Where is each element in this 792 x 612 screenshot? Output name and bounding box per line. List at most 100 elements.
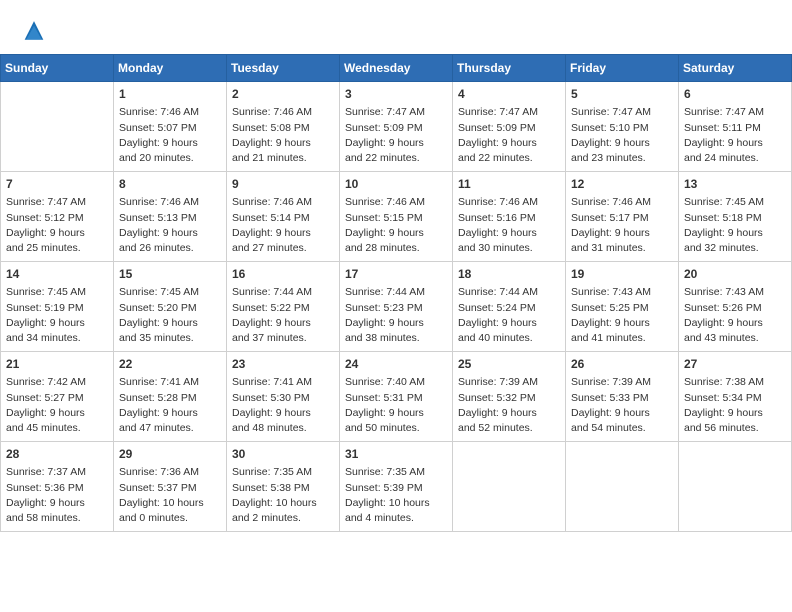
logo [20, 18, 52, 46]
day-info: Sunrise: 7:47 AMSunset: 5:12 PMDaylight:… [6, 195, 108, 256]
calendar-cell: 12 Sunrise: 7:46 AMSunset: 5:17 PMDayligh… [566, 172, 679, 262]
calendar-cell: 2 Sunrise: 7:46 AMSunset: 5:08 PMDaylight… [227, 82, 340, 172]
day-number: 18 [458, 266, 560, 283]
day-info: Sunrise: 7:47 AMSunset: 5:11 PMDaylight:… [684, 105, 786, 166]
calendar-cell: 18 Sunrise: 7:44 AMSunset: 5:24 PMDayligh… [453, 262, 566, 352]
day-number: 23 [232, 356, 334, 373]
calendar-header: SundayMondayTuesdayWednesdayThursdayFrid… [1, 55, 792, 82]
day-number: 20 [684, 266, 786, 283]
day-number: 5 [571, 86, 673, 103]
day-number: 28 [6, 446, 108, 463]
day-info: Sunrise: 7:37 AMSunset: 5:36 PMDaylight:… [6, 465, 108, 526]
day-number: 12 [571, 176, 673, 193]
calendar-cell: 30 Sunrise: 7:35 AMSunset: 5:38 PMDayligh… [227, 442, 340, 532]
calendar-cell: 26 Sunrise: 7:39 AMSunset: 5:33 PMDayligh… [566, 352, 679, 442]
weekday-header-friday: Friday [566, 55, 679, 82]
calendar-body: 1 Sunrise: 7:46 AMSunset: 5:07 PMDaylight… [1, 82, 792, 532]
day-number: 11 [458, 176, 560, 193]
calendar-week-row: 28 Sunrise: 7:37 AMSunset: 5:36 PMDayligh… [1, 442, 792, 532]
day-info: Sunrise: 7:46 AMSunset: 5:15 PMDaylight:… [345, 195, 447, 256]
day-number: 4 [458, 86, 560, 103]
calendar-cell: 19 Sunrise: 7:43 AMSunset: 5:25 PMDayligh… [566, 262, 679, 352]
day-number: 14 [6, 266, 108, 283]
calendar-table: SundayMondayTuesdayWednesdayThursdayFrid… [0, 54, 792, 532]
day-info: Sunrise: 7:45 AMSunset: 5:20 PMDaylight:… [119, 285, 221, 346]
day-info: Sunrise: 7:39 AMSunset: 5:33 PMDaylight:… [571, 375, 673, 436]
day-info: Sunrise: 7:46 AMSunset: 5:14 PMDaylight:… [232, 195, 334, 256]
calendar-cell: 4 Sunrise: 7:47 AMSunset: 5:09 PMDaylight… [453, 82, 566, 172]
weekday-header-wednesday: Wednesday [340, 55, 453, 82]
calendar-cell: 3 Sunrise: 7:47 AMSunset: 5:09 PMDaylight… [340, 82, 453, 172]
day-number: 30 [232, 446, 334, 463]
weekday-header-row: SundayMondayTuesdayWednesdayThursdayFrid… [1, 55, 792, 82]
day-info: Sunrise: 7:41 AMSunset: 5:28 PMDaylight:… [119, 375, 221, 436]
calendar-cell: 13 Sunrise: 7:45 AMSunset: 5:18 PMDayligh… [679, 172, 792, 262]
weekday-header-monday: Monday [114, 55, 227, 82]
day-number: 3 [345, 86, 447, 103]
day-number: 21 [6, 356, 108, 373]
calendar-cell: 22 Sunrise: 7:41 AMSunset: 5:28 PMDayligh… [114, 352, 227, 442]
day-number: 15 [119, 266, 221, 283]
day-info: Sunrise: 7:35 AMSunset: 5:38 PMDaylight:… [232, 465, 334, 526]
day-number: 13 [684, 176, 786, 193]
calendar-cell: 24Sunrise: 7:40 AMSunset: 5:31 PMDayligh… [340, 352, 453, 442]
day-info: Sunrise: 7:46 AMSunset: 5:07 PMDaylight:… [119, 105, 221, 166]
calendar-cell: 6 Sunrise: 7:47 AMSunset: 5:11 PMDaylight… [679, 82, 792, 172]
day-number: 29 [119, 446, 221, 463]
day-info: Sunrise: 7:35 AMSunset: 5:39 PMDaylight:… [345, 465, 447, 526]
calendar-cell [1, 82, 114, 172]
day-number: 22 [119, 356, 221, 373]
day-info: Sunrise: 7:47 AMSunset: 5:09 PMDaylight:… [458, 105, 560, 166]
day-info: Sunrise: 7:46 AMSunset: 5:16 PMDaylight:… [458, 195, 560, 256]
day-info: Sunrise: 7:41 AMSunset: 5:30 PMDaylight:… [232, 375, 334, 436]
day-number: 25 [458, 356, 560, 373]
day-info: Sunrise: 7:43 AMSunset: 5:25 PMDaylight:… [571, 285, 673, 346]
day-number: 19 [571, 266, 673, 283]
day-number: 8 [119, 176, 221, 193]
day-info: Sunrise: 7:42 AMSunset: 5:27 PMDaylight:… [6, 375, 108, 436]
calendar-cell: 10Sunrise: 7:46 AMSunset: 5:15 PMDayligh… [340, 172, 453, 262]
calendar-cell [679, 442, 792, 532]
calendar-cell: 28 Sunrise: 7:37 AMSunset: 5:36 PMDayligh… [1, 442, 114, 532]
day-number: 26 [571, 356, 673, 373]
day-number: 7 [6, 176, 108, 193]
day-number: 1 [119, 86, 221, 103]
day-info: Sunrise: 7:46 AMSunset: 5:13 PMDaylight:… [119, 195, 221, 256]
day-info: Sunrise: 7:44 AMSunset: 5:23 PMDaylight:… [345, 285, 447, 346]
day-number: 16 [232, 266, 334, 283]
day-info: Sunrise: 7:45 AMSunset: 5:19 PMDaylight:… [6, 285, 108, 346]
day-info: Sunrise: 7:44 AMSunset: 5:22 PMDaylight:… [232, 285, 334, 346]
calendar-cell: 27 Sunrise: 7:38 AMSunset: 5:34 PMDayligh… [679, 352, 792, 442]
weekday-header-thursday: Thursday [453, 55, 566, 82]
calendar-cell: 29 Sunrise: 7:36 AMSunset: 5:37 PMDayligh… [114, 442, 227, 532]
calendar-cell: 25Sunrise: 7:39 AMSunset: 5:32 PMDayligh… [453, 352, 566, 442]
calendar-cell: 11 Sunrise: 7:46 AMSunset: 5:16 PMDayligh… [453, 172, 566, 262]
calendar-cell: 16 Sunrise: 7:44 AMSunset: 5:22 PMDayligh… [227, 262, 340, 352]
day-number: 27 [684, 356, 786, 373]
logo-icon [20, 18, 48, 46]
day-info: Sunrise: 7:36 AMSunset: 5:37 PMDaylight:… [119, 465, 221, 526]
day-info: Sunrise: 7:45 AMSunset: 5:18 PMDaylight:… [684, 195, 786, 256]
day-number: 24 [345, 356, 447, 373]
day-info: Sunrise: 7:47 AMSunset: 5:09 PMDaylight:… [345, 105, 447, 166]
calendar-cell: 21 Sunrise: 7:42 AMSunset: 5:27 PMDayligh… [1, 352, 114, 442]
day-info: Sunrise: 7:46 AMSunset: 5:17 PMDaylight:… [571, 195, 673, 256]
day-number: 9 [232, 176, 334, 193]
calendar-cell: 14 Sunrise: 7:45 AMSunset: 5:19 PMDayligh… [1, 262, 114, 352]
weekday-header-tuesday: Tuesday [227, 55, 340, 82]
day-number: 6 [684, 86, 786, 103]
day-number: 31 [345, 446, 447, 463]
calendar-cell [453, 442, 566, 532]
day-info: Sunrise: 7:46 AMSunset: 5:08 PMDaylight:… [232, 105, 334, 166]
calendar-cell: 9 Sunrise: 7:46 AMSunset: 5:14 PMDaylight… [227, 172, 340, 262]
calendar-week-row: 1 Sunrise: 7:46 AMSunset: 5:07 PMDaylight… [1, 82, 792, 172]
day-info: Sunrise: 7:44 AMSunset: 5:24 PMDaylight:… [458, 285, 560, 346]
calendar-cell: 20Sunrise: 7:43 AMSunset: 5:26 PMDayligh… [679, 262, 792, 352]
weekday-header-saturday: Saturday [679, 55, 792, 82]
calendar-week-row: 7 Sunrise: 7:47 AMSunset: 5:12 PMDaylight… [1, 172, 792, 262]
day-number: 2 [232, 86, 334, 103]
day-info: Sunrise: 7:38 AMSunset: 5:34 PMDaylight:… [684, 375, 786, 436]
calendar-cell: 23 Sunrise: 7:41 AMSunset: 5:30 PMDayligh… [227, 352, 340, 442]
calendar-cell [566, 442, 679, 532]
calendar-cell: 8 Sunrise: 7:46 AMSunset: 5:13 PMDaylight… [114, 172, 227, 262]
